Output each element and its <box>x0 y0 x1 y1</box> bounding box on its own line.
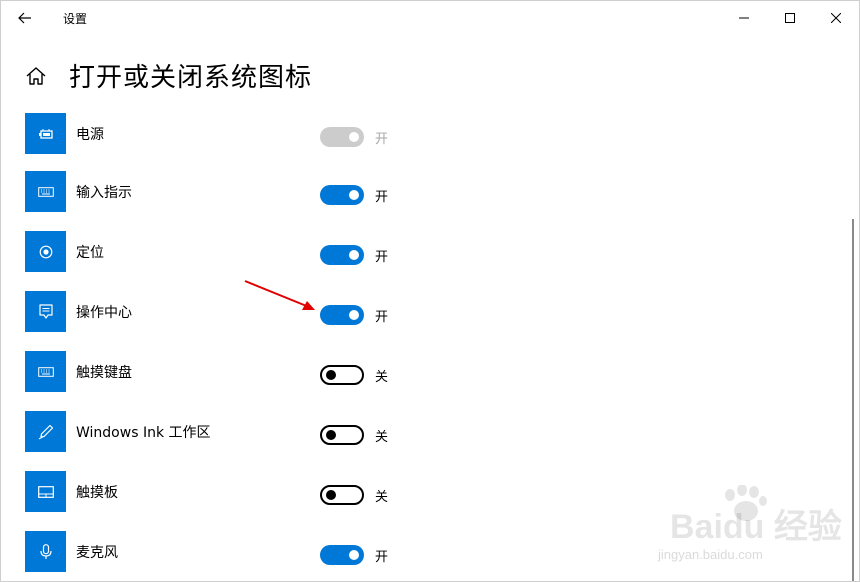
home-icon <box>26 67 46 85</box>
setting-row-windows-ink: Windows Ink 工作区 关 <box>25 411 405 455</box>
setting-label: Windows Ink 工作区 <box>76 425 211 441</box>
power-toggle[interactable] <box>320 127 364 147</box>
toggle-state-label: 关 <box>375 490 389 505</box>
touch-keyboard-icon <box>25 351 66 392</box>
page-title: 打开或关闭系统图标 <box>69 63 313 93</box>
toggle-knob <box>349 132 359 142</box>
toggle-state-label: 开 <box>375 310 389 325</box>
toggle-knob <box>349 310 359 320</box>
setting-label: 电源 <box>76 127 104 143</box>
close-icon <box>831 13 841 23</box>
toggle-knob <box>349 250 359 260</box>
watermark-text: Baidu 经验 <box>670 508 842 546</box>
toggle-state-label: 开 <box>375 190 389 205</box>
setting-row-touch-keyboard: 触摸键盘 关 <box>25 351 405 395</box>
setting-label: 输入指示 <box>76 185 132 201</box>
maximize-icon <box>785 13 795 23</box>
windows-ink-toggle[interactable] <box>320 425 364 445</box>
location-icon <box>25 231 66 272</box>
watermark: Baidu 经验 jingyan.baidu.com <box>656 485 856 575</box>
touchpad-icon <box>25 471 66 512</box>
battery-icon <box>25 113 66 154</box>
close-button[interactable] <box>813 1 859 35</box>
window-title: 设置 <box>63 12 88 26</box>
microphone-toggle[interactable] <box>320 545 364 565</box>
minimize-icon <box>739 17 749 19</box>
microphone-icon <box>25 531 66 572</box>
toggle-state-label: 关 <box>375 430 389 445</box>
setting-row-action-center: 操作中心 开 <box>25 291 405 335</box>
annotation-arrow-icon <box>244 280 315 310</box>
setting-label: 触摸键盘 <box>76 365 132 381</box>
minimize-button[interactable] <box>721 1 767 35</box>
back-arrow-icon <box>18 12 31 24</box>
input-indicator-toggle[interactable] <box>320 185 364 205</box>
watermark-url: jingyan.baidu.com <box>658 547 763 562</box>
keyboard-icon <box>25 171 66 212</box>
setting-label: 触摸板 <box>76 485 118 501</box>
toggle-knob <box>326 370 336 380</box>
back-button[interactable] <box>11 6 39 30</box>
setting-row-location: 定位 开 <box>25 231 405 275</box>
toggle-knob <box>326 430 336 440</box>
title-bar: 设置 <box>1 1 859 35</box>
touch-keyboard-toggle[interactable] <box>320 365 364 385</box>
setting-row-power: 电源 开 <box>25 113 405 157</box>
toggle-knob <box>349 190 359 200</box>
action-center-icon <box>25 291 66 332</box>
setting-label: 麦克风 <box>76 545 118 561</box>
setting-row-input-indicator: 输入指示 开 <box>25 171 405 215</box>
location-toggle[interactable] <box>320 245 364 265</box>
pen-icon <box>25 411 66 452</box>
toggle-knob <box>326 490 336 500</box>
toggle-state-label: 开 <box>375 250 389 265</box>
setting-label: 定位 <box>76 245 104 261</box>
setting-row-touchpad: 触摸板 关 <box>25 471 405 515</box>
home-button[interactable] <box>25 65 47 87</box>
settings-window: 设置 打开或关闭系统图标 电源 开 输入指示 开 定位 开 操作中心 开 触摸键… <box>0 0 860 582</box>
toggle-state-label: 关 <box>375 370 389 385</box>
maximize-button[interactable] <box>767 1 813 35</box>
toggle-state-label: 开 <box>375 550 389 565</box>
toggle-knob <box>349 550 359 560</box>
action-center-toggle[interactable] <box>320 305 364 325</box>
touchpad-toggle[interactable] <box>320 485 364 505</box>
setting-row-microphone: 麦克风 开 <box>25 531 405 575</box>
setting-label: 操作中心 <box>76 305 132 321</box>
toggle-state-label: 开 <box>375 132 389 147</box>
